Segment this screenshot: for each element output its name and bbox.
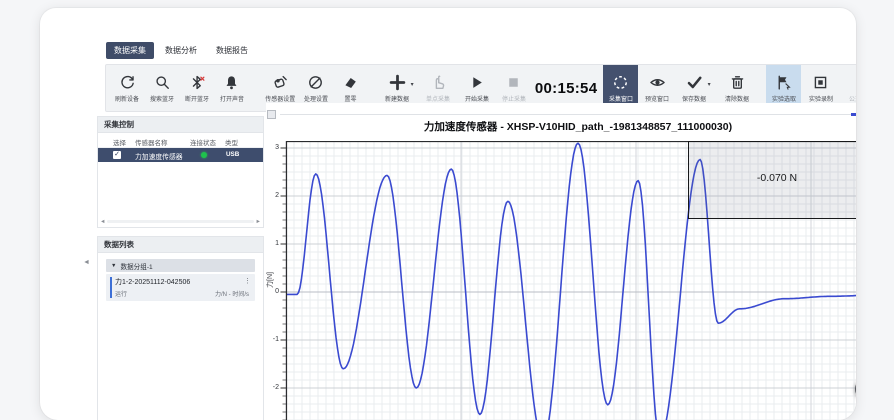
dropdown-caret-icon[interactable]: ▾ [411, 81, 414, 88]
data-group-label: 数据分组-1 [120, 261, 152, 271]
screen: 数据采集数据分析数据报告 刷新设备 搜索蓝牙 断开蓝牙 打开声音 传感器设置处理设置 置零… [0, 0, 894, 420]
toolbar-button-label: 打开声音 [220, 93, 244, 102]
hand-icon [430, 74, 447, 91]
dropdown-caret-icon[interactable]: ▾ [708, 81, 711, 88]
data-group-row[interactable]: ▼ 数据分组-1 [106, 259, 255, 272]
toolbar-button-label: 单点采集 [426, 93, 450, 102]
toolbar-button-label: 实验选取 [772, 93, 796, 102]
toolbar-button-label: 保存数据 [682, 93, 706, 102]
data-list-item[interactable]: 力1-2-20251112-042506 ⋮ 运行 力/N - 时间/s [106, 274, 255, 301]
column-header-3: 连接状态 [190, 137, 216, 147]
toolbar-button-label: 公式计算 [850, 93, 856, 102]
kebab-menu-icon[interactable]: ⋮ [244, 277, 251, 285]
panel-divider [280, 114, 856, 115]
item-title: 力1-2-20251112-042506 [115, 277, 190, 287]
toolbar-button-refresh[interactable]: 刷新设备 [110, 65, 145, 111]
eraser-icon [342, 74, 359, 91]
toolbar-button-label: 搜索蓝牙 [150, 93, 174, 102]
column-header-1: 选择 [113, 137, 126, 147]
toolbar-button-label: 新建数据 [385, 93, 409, 102]
toolbar-button-label: 刷新设备 [115, 93, 139, 102]
chart-title: 力加速度传感器 - XHSP-V10HID_path_-1981348857_1… [286, 119, 856, 134]
sensor-table-header: 选择传感器名称 连接状态类型 [98, 133, 263, 148]
sensor-table-hscrollbar[interactable]: ◄ ► [100, 218, 261, 225]
toolbar-button-label: 断开蓝牙 [185, 93, 209, 102]
record-square-icon [812, 74, 829, 91]
toolbar-button-label: 处理设置 [304, 93, 328, 102]
toolbar-button-search[interactable]: 搜索蓝牙 [145, 65, 180, 111]
collection-window-panel: 力加速度传感器 - XHSP-V10HID_path_-1981348857_1… [266, 103, 856, 420]
sensor-icon [272, 74, 289, 91]
toolbar-button-bluetooth-off[interactable]: 断开蓝牙 [180, 65, 215, 111]
legend-line-swatch [851, 113, 857, 116]
chart-legend: 力 [851, 109, 857, 120]
toolbar-button-label: 实验录制 [809, 93, 833, 102]
formula-square-icon [853, 74, 856, 91]
search-icon [154, 74, 171, 91]
compass-icon [307, 74, 324, 91]
app-window: 数据采集数据分析数据报告 刷新设备 搜索蓝牙 断开蓝牙 打开声音 传感器设置处理设置 置零… [40, 8, 856, 420]
main-tabbar: 数据采集数据分析数据报告 [106, 42, 256, 59]
toolbar-button-label: 置零 [344, 93, 356, 102]
y-tick-label: 3 [267, 144, 279, 151]
flag-cursor-icon [775, 74, 792, 91]
toolbar-button-label: 采集窗口 [609, 93, 633, 102]
y-tick-label: 0 [267, 288, 279, 295]
collect-control-panel: 采集控制 选择传感器名称 连接状态类型 ✓ 力加速度传感器 USB ◄ ► [97, 116, 264, 228]
toolbar-button-label: 开始采集 [465, 93, 489, 102]
y-tick-label: 1 [267, 240, 279, 247]
bluetooth-off-icon [189, 74, 206, 91]
y-axis-label: 力[N] [265, 272, 275, 288]
y-tick-label: 2 [267, 192, 279, 199]
tab-3[interactable]: 数据报告 [208, 42, 256, 59]
dashed-circle-icon [612, 74, 629, 91]
zoom-selection-box[interactable]: -0.070 N [688, 141, 856, 219]
check-icon [686, 74, 703, 91]
play-icon [468, 74, 485, 91]
panel-grid-icon [267, 110, 276, 119]
refresh-icon [119, 74, 136, 91]
sensor-reading: -0.070 N [689, 172, 856, 184]
hscroll-track[interactable] [107, 220, 253, 223]
toolbar-button-label: 传感器设置 [266, 93, 296, 102]
data-list-title: 数据列表 [98, 237, 263, 253]
column-header-4: 类型 [225, 137, 238, 147]
sensor-row[interactable]: ✓ 力加速度传感器 USB [98, 148, 263, 162]
toolbar-button-label: 预览窗口 [645, 93, 669, 102]
collect-control-title: 采集控制 [98, 117, 263, 133]
tab-2[interactable]: 数据分析 [157, 42, 205, 59]
bell-icon [223, 74, 240, 91]
item-state: 运行 [115, 289, 127, 298]
sensor-checkbox[interactable]: ✓ [113, 151, 121, 159]
y-tick-label: -1 [267, 336, 279, 343]
y-tick-label: -2 [267, 384, 279, 391]
scroll-left-icon[interactable]: ◄ [100, 219, 105, 225]
chevron-down-icon: ▼ [111, 263, 116, 269]
sensor-type: USB [226, 151, 239, 158]
item-axes: 力/N - 时间/s [215, 289, 249, 298]
column-header-2: 传感器名称 [135, 137, 168, 147]
plus-icon [389, 74, 406, 91]
toolbar-button-bell[interactable]: 打开声音 [214, 65, 249, 111]
eye-icon [649, 74, 666, 91]
scroll-right-icon[interactable]: ► [256, 219, 261, 225]
item-accent-bar [110, 277, 112, 298]
sensor-name: 力加速度传感器 [135, 151, 183, 161]
trash-icon [729, 74, 746, 91]
status-dot [201, 152, 207, 158]
data-list-panel: 数据列表 ▼ 数据分组-1 力1-2-20251112-042506 ⋮ 运行 … [97, 236, 264, 420]
sidebar-collapse-icon[interactable]: ◄ [83, 259, 90, 266]
tab-1[interactable]: 数据采集 [106, 42, 154, 59]
stop-icon [505, 74, 522, 91]
toolbar-button-label: 清除数据 [725, 93, 749, 102]
toolbar-button-label: 停止采集 [502, 93, 526, 102]
